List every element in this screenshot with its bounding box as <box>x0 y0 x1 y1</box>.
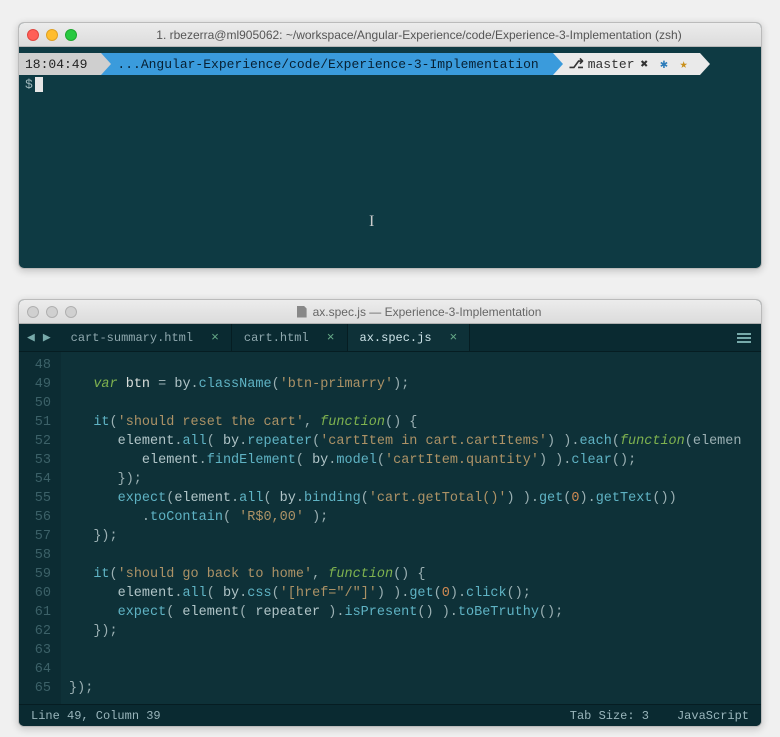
editor-title-text: ax.spec.js — Experience-3-Implementation <box>313 305 542 319</box>
status-language[interactable]: JavaScript <box>677 709 749 723</box>
git-dirty-icon: ✖ <box>641 57 651 72</box>
git-star-icon: ★ <box>680 57 690 72</box>
close-icon[interactable] <box>27 306 39 318</box>
traffic-lights <box>27 306 77 318</box>
terminal-title: 1. rbezerra@ml905062: ~/workspace/Angula… <box>85 28 753 42</box>
text-cursor-icon: I <box>369 213 374 231</box>
prompt-line[interactable]: $ <box>19 75 761 94</box>
minimize-icon[interactable] <box>46 29 58 41</box>
status-tabsize[interactable]: Tab Size: 3 <box>570 709 649 723</box>
close-icon[interactable] <box>27 29 39 41</box>
minimize-icon[interactable] <box>46 306 58 318</box>
tab-close-icon[interactable]: × <box>450 330 458 345</box>
terminal-body[interactable]: 18:04:49 ...Angular-Experience/code/Expe… <box>19 53 761 268</box>
tab-label: ax.spec.js <box>360 331 432 345</box>
tab-label: cart-summary.html <box>71 331 193 345</box>
tab-cart[interactable]: cart.html × <box>232 324 348 351</box>
status-bar: Line 49, Column 39 Tab Size: 3 JavaScrip… <box>19 704 761 726</box>
code-area[interactable]: 48 49 50 51 52 53 54 55 56 57 58 59 60 6… <box>19 352 761 704</box>
tab-menu-button[interactable] <box>727 324 761 351</box>
editor-titlebar: ax.spec.js — Experience-3-Implementation <box>19 300 761 324</box>
hamburger-icon <box>737 337 751 339</box>
terminal-titlebar: 1. rbezerra@ml905062: ~/workspace/Angula… <box>19 23 761 47</box>
editor-window: ax.spec.js — Experience-3-Implementation… <box>18 299 762 727</box>
prompt-symbol: $ <box>25 77 33 92</box>
prompt-time: 18:04:49 <box>19 53 101 75</box>
zoom-icon[interactable] <box>65 29 77 41</box>
prompt-row: 18:04:49 ...Angular-Experience/code/Expe… <box>19 53 761 75</box>
git-branch-icon: ⎇ <box>569 57 584 72</box>
prompt-path: ...Angular-Experience/code/Experience-3-… <box>101 53 552 75</box>
nav-forward-icon[interactable]: ▶ <box>43 330 51 345</box>
nav-back-icon[interactable]: ◀ <box>27 330 35 345</box>
terminal-window: 1. rbezerra@ml905062: ~/workspace/Angula… <box>18 22 762 269</box>
zoom-icon[interactable] <box>65 306 77 318</box>
terminal-cursor <box>35 77 43 92</box>
prompt-branch: ⎇ master ✖ ✱ ★ <box>553 53 700 75</box>
file-icon <box>297 306 307 318</box>
tab-ax-spec[interactable]: ax.spec.js × <box>348 324 471 351</box>
git-gear-icon: ✱ <box>660 57 670 72</box>
branch-name: master <box>588 57 635 72</box>
tab-close-icon[interactable]: × <box>211 330 219 345</box>
line-gutter: 48 49 50 51 52 53 54 55 56 57 58 59 60 6… <box>19 352 61 704</box>
editor-title: ax.spec.js — Experience-3-Implementation <box>85 305 753 319</box>
tab-close-icon[interactable]: × <box>327 330 335 345</box>
traffic-lights <box>27 29 77 41</box>
git-status-icons: ✖ ✱ ★ <box>641 57 690 72</box>
tab-bar: ◀ ▶ cart-summary.html × cart.html × ax.s… <box>19 324 761 352</box>
tab-label: cart.html <box>244 331 309 345</box>
status-position[interactable]: Line 49, Column 39 <box>31 709 161 723</box>
code-content[interactable]: var btn = by.className('btn-primarry'); … <box>61 352 761 704</box>
tab-cart-summary[interactable]: cart-summary.html × <box>59 324 232 351</box>
tab-nav: ◀ ▶ <box>19 324 59 351</box>
